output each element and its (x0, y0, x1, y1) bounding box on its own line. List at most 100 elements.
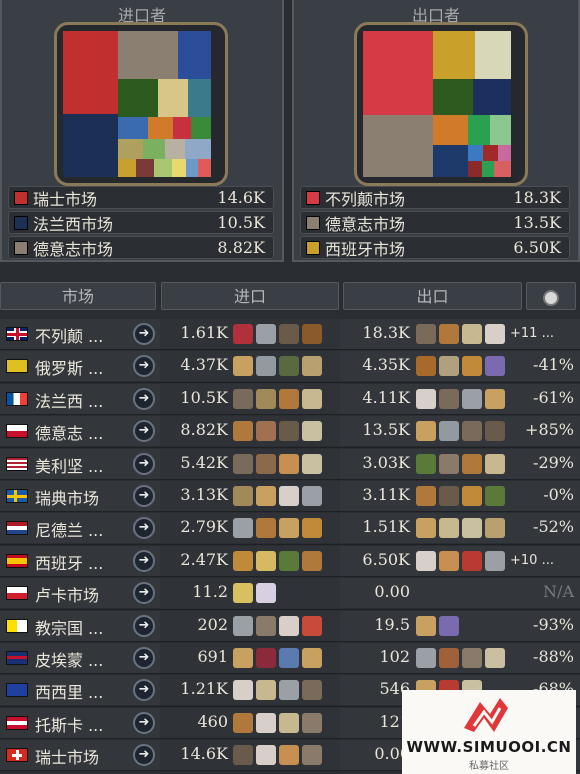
goto-market-button[interactable]: ➜ (133, 484, 155, 507)
goods-icon[interactable] (485, 453, 505, 474)
treemap-cell[interactable] (473, 79, 511, 115)
goods-icon[interactable] (485, 485, 505, 506)
exporters-legend-row[interactable]: 不列颠市场 18.3K (300, 186, 570, 209)
goods-icon[interactable] (279, 485, 299, 506)
goods-icon[interactable] (302, 647, 322, 668)
table-row[interactable]: 瑞典市场 ➜ 3.13K 3.11K -0% (0, 480, 580, 513)
goto-market-button[interactable]: ➜ (133, 387, 155, 410)
market-name[interactable]: 卢卡市场 (35, 582, 99, 606)
goto-market-button[interactable]: ➜ (133, 614, 155, 637)
table-row[interactable]: 美利坚 ... ➜ 5.42K 3.03K -29% (0, 448, 580, 480)
sort-toggle-button[interactable] (526, 282, 576, 310)
goods-icon[interactable] (416, 518, 436, 539)
importers-treemap[interactable] (63, 31, 219, 177)
treemap-cell-germany[interactable] (363, 115, 433, 177)
treemap-cell[interactable] (158, 79, 188, 117)
importers-legend-row[interactable]: 瑞士市场 14.6K (8, 186, 274, 209)
goods-icon[interactable] (416, 453, 436, 474)
goods-icon[interactable] (233, 518, 253, 539)
treemap-cell[interactable] (468, 115, 490, 145)
goods-icon[interactable] (279, 388, 299, 409)
goods-icon[interactable] (233, 550, 253, 571)
table-row[interactable]: 皮埃蒙 ... ➜ 691 102 -88% (0, 642, 580, 675)
treemap-cell[interactable] (154, 159, 172, 177)
goto-market-button[interactable]: ➜ (133, 744, 155, 767)
goto-market-button[interactable]: ➜ (133, 549, 155, 572)
goods-icon[interactable] (302, 550, 322, 571)
treemap-cell[interactable] (433, 79, 473, 115)
treemap-cell[interactable] (468, 145, 483, 161)
market-name[interactable]: 美利坚 ... (35, 453, 103, 477)
goods-icon[interactable] (256, 388, 276, 409)
market-name[interactable]: 法兰西 ... (35, 388, 103, 412)
goods-icon[interactable] (256, 453, 276, 474)
goods-icon[interactable] (439, 356, 459, 377)
treemap-cell-swiss[interactable] (63, 31, 118, 114)
goods-icon[interactable] (302, 388, 322, 409)
goods-icon[interactable] (439, 615, 459, 636)
goods-icon[interactable] (233, 712, 253, 733)
goods-icon[interactable] (485, 550, 505, 571)
treemap-cell[interactable] (136, 159, 154, 177)
goods-icon[interactable] (233, 485, 253, 506)
column-header-market[interactable]: 市场 (0, 282, 156, 310)
treemap-cell[interactable] (490, 115, 511, 145)
treemap-cell[interactable] (498, 145, 511, 161)
more-goods-count[interactable]: +10 ... (510, 551, 554, 571)
goods-icon[interactable] (233, 356, 253, 377)
goods-icon[interactable] (279, 680, 299, 701)
goods-icon[interactable] (302, 356, 322, 377)
goods-icon[interactable] (302, 421, 322, 442)
table-row[interactable]: 德意志 ... ➜ 8.82K 13.5K +85% (0, 415, 580, 448)
goods-icon[interactable] (279, 453, 299, 474)
treemap-cell[interactable] (148, 117, 173, 139)
goods-icon[interactable] (256, 324, 276, 344)
goods-icon[interactable] (279, 712, 299, 733)
treemap-cell[interactable] (191, 117, 211, 139)
goods-icon[interactable] (302, 745, 322, 766)
treemap-cell[interactable] (186, 159, 198, 177)
market-name[interactable]: 托斯卡 ... (35, 712, 103, 736)
goods-icon[interactable] (256, 485, 276, 506)
goods-icon[interactable] (439, 518, 459, 539)
column-header-exports[interactable]: 出口 (343, 282, 522, 310)
treemap-cell[interactable] (482, 161, 494, 177)
goods-icon[interactable] (462, 485, 482, 506)
goods-icon[interactable] (302, 712, 322, 733)
goto-market-button[interactable]: ➜ (133, 323, 155, 345)
goods-icon[interactable] (233, 615, 253, 636)
market-name[interactable]: 西班牙 ... (35, 550, 103, 574)
exporters-legend-row[interactable]: 德意志市场 13.5K (300, 211, 570, 234)
goods-icon[interactable] (462, 421, 482, 442)
market-name[interactable]: 俄罗斯 ... (35, 355, 103, 379)
goods-icon[interactable] (485, 388, 505, 409)
treemap-cell[interactable] (118, 79, 158, 117)
goods-icon[interactable] (279, 745, 299, 766)
treemap-cell[interactable] (185, 139, 211, 159)
treemap-cell[interactable] (468, 161, 482, 177)
goods-icon[interactable] (279, 550, 299, 571)
goods-icon[interactable] (256, 518, 276, 539)
goods-icon[interactable] (485, 647, 505, 668)
treemap-cell[interactable] (172, 159, 186, 177)
goods-icon[interactable] (279, 421, 299, 442)
treemap-cell[interactable] (165, 139, 185, 159)
goods-icon[interactable] (256, 356, 276, 377)
market-name[interactable]: 教宗国 ... (35, 615, 103, 639)
goods-icon[interactable] (416, 388, 436, 409)
goods-icon[interactable] (302, 680, 322, 701)
more-goods-count[interactable]: +11 ... (510, 324, 554, 344)
table-row[interactable]: 卢卡市场 ➜ 11.2 0.00 N/A (0, 577, 580, 610)
exporters-treemap[interactable] (363, 31, 519, 177)
goods-icon[interactable] (279, 518, 299, 539)
goods-icon[interactable] (485, 356, 505, 377)
importers-legend-row[interactable]: 德意志市场 8.82K (8, 236, 274, 259)
goods-icon[interactable] (279, 615, 299, 636)
goods-icon[interactable] (302, 324, 322, 344)
goods-icon[interactable] (439, 421, 459, 442)
market-name[interactable]: 德意志 ... (35, 420, 103, 444)
treemap-cell-france[interactable] (63, 114, 118, 177)
table-row[interactable]: 尼德兰 ... ➜ 2.79K 1.51K -52% (0, 512, 580, 545)
goods-icon[interactable] (256, 615, 276, 636)
treemap-cell[interactable] (433, 115, 468, 145)
